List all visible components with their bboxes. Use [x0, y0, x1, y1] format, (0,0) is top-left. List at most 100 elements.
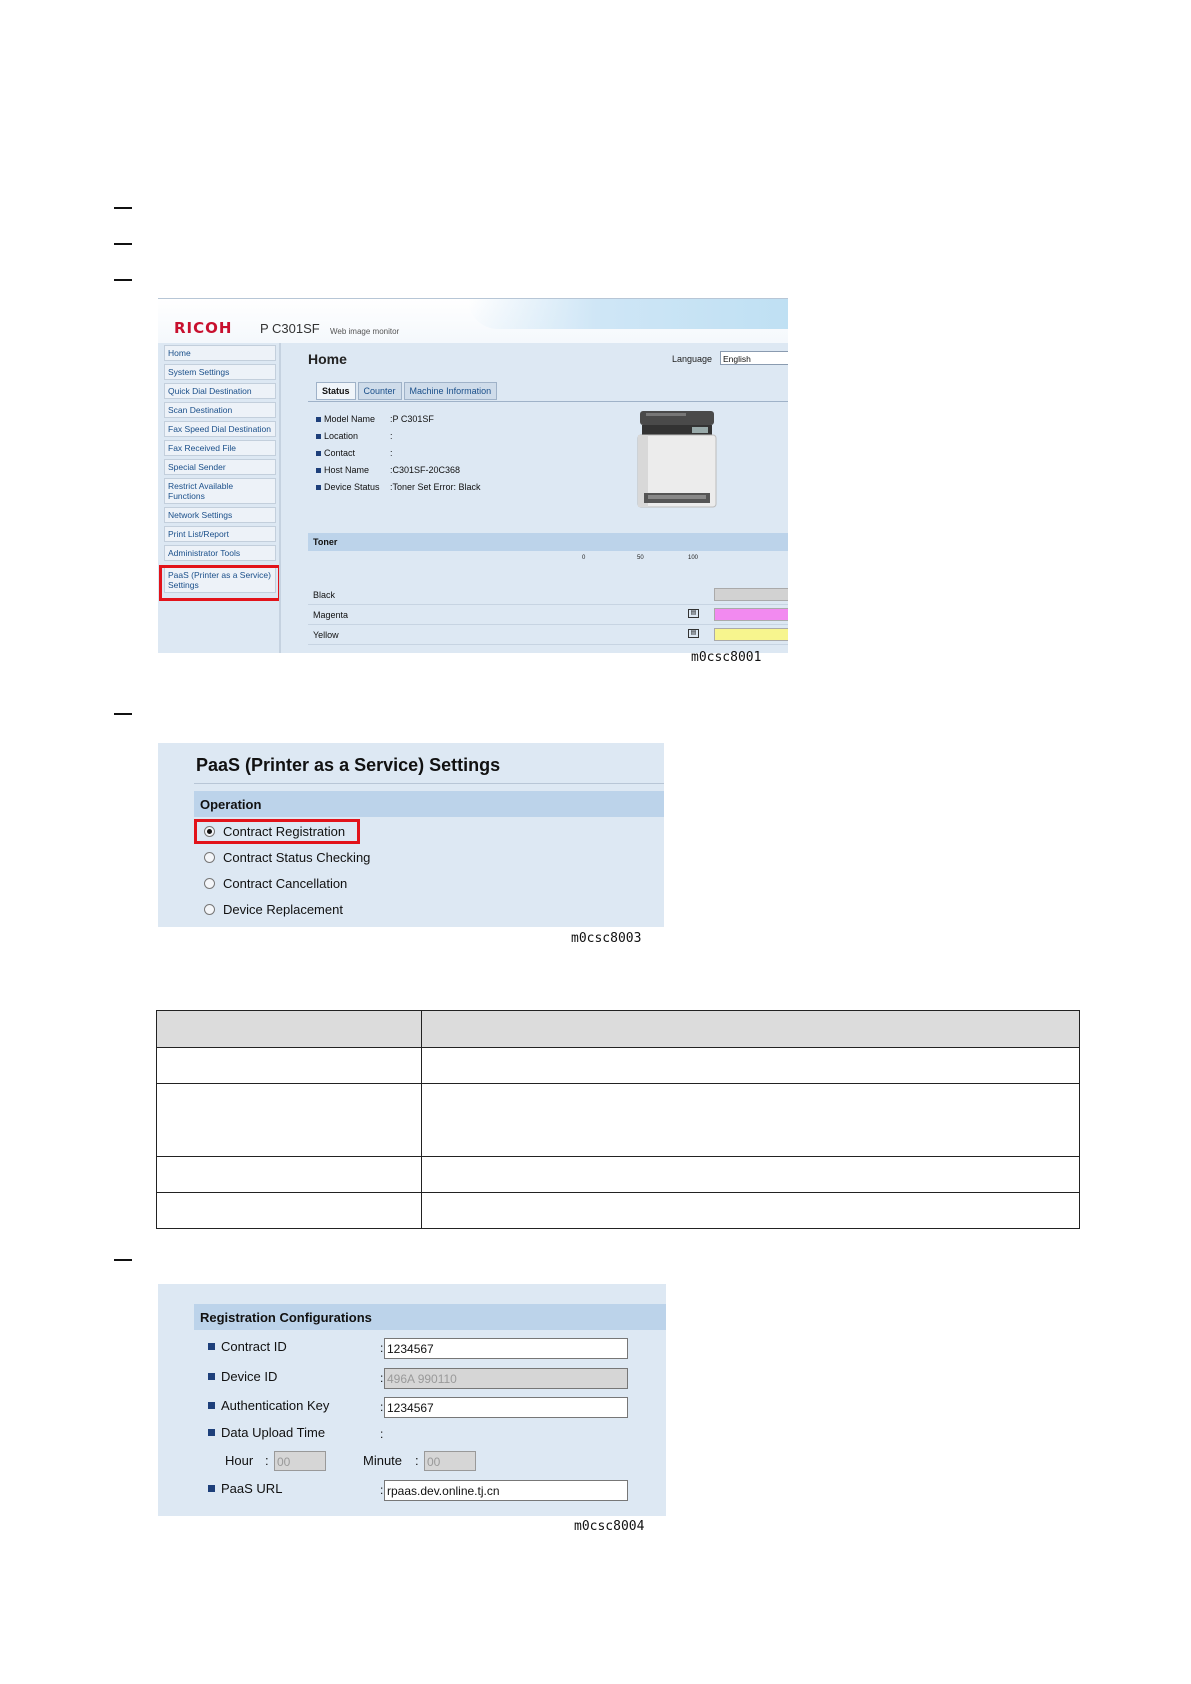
toner-row: Yellow ▤ [308, 625, 788, 645]
web-image-monitor-label: Web image monitor [330, 327, 400, 336]
registration-config-screenshot: Registration Configurations Contract ID … [158, 1284, 666, 1516]
table-cell [421, 1047, 1080, 1084]
operation-header: Operation [194, 791, 664, 817]
operation-table [156, 1010, 1080, 1229]
upload-time-label: Data Upload Time [208, 1425, 325, 1440]
language-select[interactable]: English [720, 351, 788, 365]
info-row-model: Model Name:P C301SF [316, 411, 516, 428]
printer-image [637, 411, 717, 508]
toner-scale-50: 50 [637, 555, 644, 561]
sidebar-item-print-list[interactable]: Print List/Report [164, 526, 276, 542]
tab-machine-information[interactable]: Machine Information [403, 382, 498, 400]
paas-url-input[interactable]: rpaas.dev.online.tj.cn [384, 1480, 628, 1501]
toner-name: Yellow [313, 630, 339, 640]
bullet-icon [316, 468, 321, 474]
tab-underline [308, 401, 788, 402]
model-name-title: P C301SF [260, 321, 320, 336]
info-row-host: Host Name:C301SF-20C368 [316, 462, 516, 479]
device-id-label: Device ID [208, 1369, 277, 1384]
option-contract-cancellation[interactable]: Contract Cancellation [204, 874, 347, 894]
toner-header: Toner [308, 533, 788, 551]
hour-label: Hour [225, 1453, 254, 1468]
auth-key-label: Authentication Key [208, 1398, 329, 1413]
colon: : [415, 1453, 419, 1468]
sidebar-item-scan-destination[interactable]: Scan Destination [164, 402, 276, 418]
sidebar-menu: Home System Settings Quick Dial Destinat… [164, 345, 276, 596]
sidebar-item-system-settings[interactable]: System Settings [164, 364, 276, 380]
sidebar-item-network-settings[interactable]: Network Settings [164, 507, 276, 523]
table-cell [421, 1192, 1080, 1229]
sidebar-item-restrict-functions[interactable]: Restrict Available Functions [164, 478, 276, 504]
table-header-cell [156, 1010, 422, 1048]
sidebar-item-quick-dial[interactable]: Quick Dial Destination [164, 383, 276, 399]
table-cell [156, 1083, 422, 1157]
bullet-icon [316, 417, 321, 423]
bullet-icon [208, 1373, 215, 1381]
highlight-contract-registration [194, 819, 360, 844]
toner-row: Black [308, 585, 788, 605]
info-row-location: Location: [316, 428, 516, 445]
table-row [156, 1083, 1080, 1157]
radio-icon[interactable] [204, 904, 215, 916]
colon: : [380, 1341, 384, 1355]
paas-settings-title: PaaS (Printer as a Service) Settings [196, 755, 501, 775]
step-marker-2 [114, 243, 132, 245]
tab-bar: Status Counter Machine Information [316, 381, 499, 400]
toner-level-fill [715, 629, 788, 640]
colon: : [380, 1427, 384, 1441]
figure-caption-1: m0csc8001 [691, 650, 762, 665]
device-id-input: 496A 990110 [384, 1368, 628, 1389]
toner-level-fill [715, 609, 788, 620]
option-device-replacement[interactable]: Device Replacement [204, 900, 343, 920]
table-cell [421, 1156, 1080, 1193]
minute-label: Minute [363, 1453, 403, 1468]
page-title: Home [308, 351, 347, 367]
option-contract-status-checking[interactable]: Contract Status Checking [204, 848, 370, 868]
toner-level-bar [714, 628, 788, 641]
bullet-icon [208, 1343, 215, 1351]
paas-url-label: PaaS URL [208, 1481, 282, 1496]
bullet-icon [316, 485, 321, 491]
info-row-status: Device Status:Toner Set Error: Black [316, 479, 516, 496]
tab-status[interactable]: Status [316, 382, 356, 400]
sidebar-item-admin-tools[interactable]: Administrator Tools [164, 545, 276, 561]
table-cell [156, 1192, 422, 1229]
table-header-cell [421, 1010, 1080, 1048]
toner-level-bar [714, 588, 788, 601]
wim-header: RICOH P C301SF Web image monitor [158, 299, 788, 343]
minute-input: 00 [424, 1451, 476, 1471]
tab-counter[interactable]: Counter [357, 382, 402, 400]
table-cell [156, 1047, 422, 1084]
colon: : [380, 1371, 384, 1385]
table-cell [421, 1083, 1080, 1157]
bullet-icon [208, 1402, 215, 1410]
step-marker-3 [114, 279, 132, 281]
hour-input: 00 [274, 1451, 326, 1471]
toner-cartridge-icon: ▤ [688, 609, 699, 618]
table-header-row [156, 1010, 1080, 1048]
ricoh-logo: RICOH [174, 319, 233, 337]
bullet-icon [316, 434, 321, 440]
toner-scale-100: 100 [688, 555, 699, 561]
toner-name: Black [313, 590, 336, 600]
device-info: Model Name:P C301SF Location: Contact: H… [316, 411, 516, 496]
colon: : [265, 1453, 269, 1468]
colon: : [380, 1483, 384, 1497]
header-swoosh [468, 299, 788, 329]
sidebar-item-home[interactable]: Home [164, 345, 276, 361]
bullet-icon [316, 451, 321, 457]
colon: : [380, 1400, 384, 1414]
radio-icon[interactable] [204, 878, 215, 890]
table-row [156, 1047, 1080, 1084]
toner-cartridge-icon: ▤ [688, 629, 699, 638]
table-cell [156, 1156, 422, 1193]
toner-scale-0: 0 [582, 555, 586, 561]
contract-id-input[interactable]: 1234567 [384, 1338, 628, 1359]
figure-caption-2: m0csc8003 [571, 931, 642, 946]
sidebar-item-fax-received-file[interactable]: Fax Received File [164, 440, 276, 456]
sidebar-item-special-sender[interactable]: Special Sender [164, 459, 276, 475]
auth-key-input[interactable]: 1234567 [384, 1397, 628, 1418]
highlight-paas-menu [159, 565, 281, 601]
sidebar-item-fax-speed-dial[interactable]: Fax Speed Dial Destination [164, 421, 276, 437]
radio-icon[interactable] [204, 852, 215, 864]
